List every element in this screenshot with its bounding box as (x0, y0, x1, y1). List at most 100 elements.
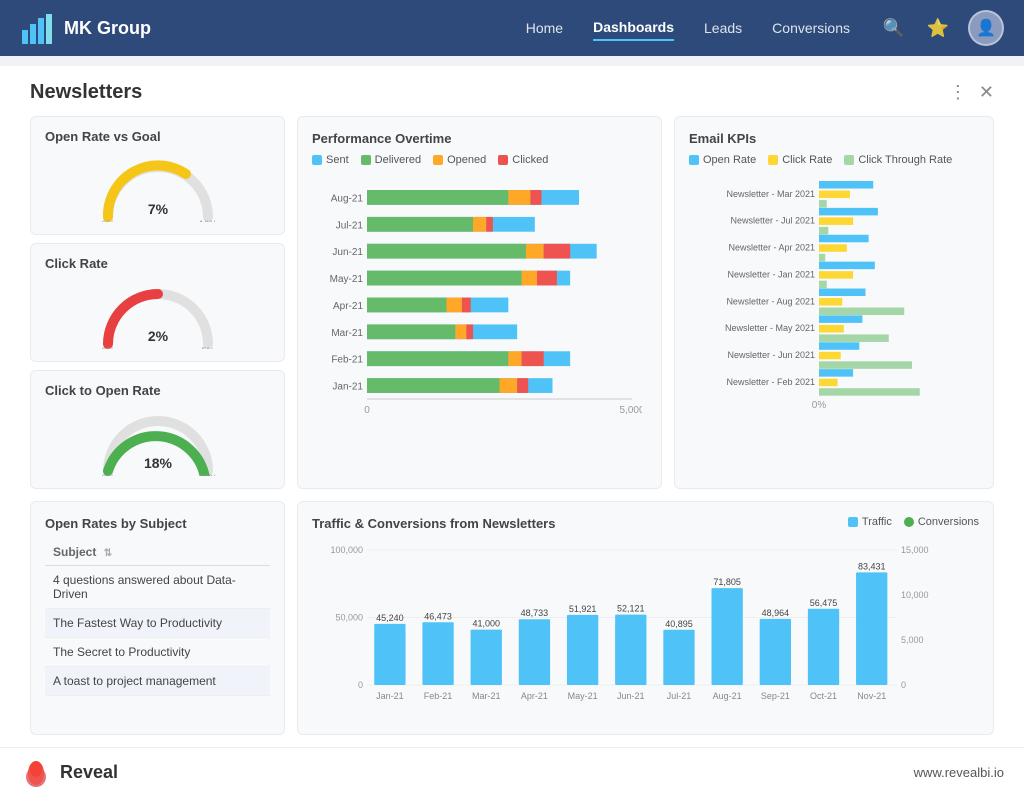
svg-text:Apr-21: Apr-21 (521, 691, 548, 701)
nav-dashboards[interactable]: Dashboards (593, 15, 674, 41)
svg-text:50,000: 50,000 (335, 613, 363, 623)
svg-text:0%: 0% (101, 219, 114, 222)
svg-text:0%: 0% (812, 400, 827, 411)
legend-sent: Sent (312, 154, 349, 166)
svg-text:Newsletter - Mar 2021: Newsletter - Mar 2021 (726, 189, 815, 199)
svg-text:0: 0 (364, 405, 370, 416)
svg-text:May-21: May-21 (568, 691, 598, 701)
svg-text:10%: 10% (198, 219, 216, 222)
traffic-title: Traffic & Conversions from Newsletters (312, 516, 555, 531)
email-kpis-card: Email KPIs Open Rate Click Rate Click Th… (674, 116, 994, 489)
kpi-legend-open: Open Rate (689, 154, 756, 166)
svg-text:Newsletter - May 2021: Newsletter - May 2021 (725, 323, 815, 333)
svg-text:Jun-21: Jun-21 (617, 691, 645, 701)
open-rate-title: Open Rate vs Goal (45, 129, 270, 144)
nav-links: Home Dashboards Leads Conversions (526, 15, 850, 41)
delivered-label: Delivered (375, 154, 421, 166)
traffic-legend-traffic: Traffic (848, 516, 892, 528)
list-item[interactable]: A toast to project management (45, 667, 270, 696)
svg-text:Aug-21: Aug-21 (331, 193, 364, 204)
open-rate-svg: 7% 0% 10% (98, 152, 218, 222)
click-rate-title: Click Rate (45, 256, 270, 271)
traffic-dot (848, 517, 858, 527)
brand-logo[interactable]: MK Group (20, 10, 151, 46)
reveal-icon (20, 757, 52, 789)
main-content: Newsletters ⋮ ✕ Open Rate vs Goal (0, 66, 1024, 747)
sent-dot (312, 155, 322, 165)
legend-opened: Opened (433, 154, 486, 166)
delivered-dot (361, 155, 371, 165)
ctr-dot (844, 155, 854, 165)
svg-text:100,000: 100,000 (330, 545, 363, 555)
click-rate-dot (768, 155, 778, 165)
click-to-open-title: Click to Open Rate (45, 383, 270, 398)
favorites-button[interactable]: ⭐ (924, 14, 952, 42)
traffic-label: Traffic (862, 516, 892, 528)
svg-text:56,475: 56,475 (810, 598, 838, 608)
open-rate-label: Open Rate (703, 154, 756, 166)
performance-card: Performance Overtime Sent Delivered Open… (297, 116, 662, 489)
svg-text:0: 0 (358, 680, 363, 690)
click-rate-svg: 2% 0% 5% (98, 279, 218, 349)
open-rate-card: Open Rate vs Goal 7% 0% 10% (30, 116, 285, 235)
more-options-button[interactable]: ⋮ (949, 82, 967, 103)
svg-text:Newsletter - Jan 2021: Newsletter - Jan 2021 (727, 269, 815, 279)
svg-text:Jun-21: Jun-21 (332, 247, 363, 258)
list-item[interactable]: The Fastest Way to Productivity (45, 609, 270, 638)
list-item[interactable]: The Secret to Productivity (45, 638, 270, 667)
panel-header: Newsletters ⋮ ✕ (30, 81, 994, 104)
opened-label: Opened (447, 154, 486, 166)
svg-text:20%: 20% (198, 473, 216, 476)
svg-text:52,121: 52,121 (617, 604, 645, 614)
svg-text:5,000: 5,000 (619, 405, 642, 416)
svg-text:Sep-21: Sep-21 (761, 691, 790, 701)
close-button[interactable]: ✕ (979, 82, 994, 103)
nav-leads[interactable]: Leads (704, 16, 742, 40)
performance-chart: 05,000Aug-21Jul-21Jun-21May-21Apr-21Mar-… (312, 174, 642, 424)
kpi-chart: 0% Newsletter - Mar 2021 Newsletter - Jul … (689, 174, 984, 414)
clicked-label: Clicked (512, 154, 548, 166)
traffic-card: Traffic & Conversions from Newsletters T… (297, 501, 994, 735)
footer-brand: Reveal (20, 757, 118, 789)
open-rate-dot (689, 155, 699, 165)
svg-text:Newsletter - Jun 2021: Newsletter - Jun 2021 (727, 350, 815, 360)
user-avatar[interactable]: 👤 (968, 10, 1004, 46)
svg-text:Mar-21: Mar-21 (472, 691, 501, 701)
kpis-legend: Open Rate Click Rate Click Through Rate (689, 154, 979, 166)
svg-text:Mar-21: Mar-21 (331, 328, 363, 339)
kpi-legend-ctr: Click Through Rate (844, 154, 952, 166)
open-rates-card: Open Rates by Subject Subject ⇅ 4 questi… (30, 501, 285, 735)
svg-text:46,473: 46,473 (424, 611, 452, 621)
svg-text:Newsletter - Apr 2021: Newsletter - Apr 2021 (728, 243, 815, 253)
performance-title: Performance Overtime (312, 131, 647, 146)
open-rates-title: Open Rates by Subject (45, 516, 270, 531)
svg-text:5%: 5% (201, 346, 214, 349)
opened-dot (433, 155, 443, 165)
subject-header[interactable]: Subject ⇅ (45, 539, 270, 566)
list-item[interactable]: 4 questions answered about Data-Driven (45, 566, 270, 609)
svg-text:Newsletter - Feb 2021: Newsletter - Feb 2021 (726, 377, 815, 387)
click-to-open-svg: 18% 0% 20% (98, 406, 218, 476)
panel-actions: ⋮ ✕ (949, 82, 994, 103)
search-button[interactable]: 🔍 (880, 14, 908, 42)
click-rate-label-kpi: Click Rate (782, 154, 832, 166)
email-kpis-title: Email KPIs (689, 131, 979, 146)
svg-text:Jan-21: Jan-21 (332, 382, 363, 393)
sort-icon: ⇅ (104, 548, 112, 559)
kpi-legend-click: Click Rate (768, 154, 832, 166)
svg-text:48,733: 48,733 (521, 608, 549, 618)
svg-text:45,240: 45,240 (376, 613, 404, 623)
clicked-dot (498, 155, 508, 165)
footer-brand-name: Reveal (60, 762, 118, 783)
nav-conversions[interactable]: Conversions (772, 16, 850, 40)
svg-text:0%: 0% (101, 473, 114, 476)
svg-text:Newsletter - Jul 2021: Newsletter - Jul 2021 (730, 216, 815, 226)
svg-text:10,000: 10,000 (901, 590, 929, 600)
svg-text:18%: 18% (143, 455, 172, 471)
traffic-chart: 050,000100,00045,240Jan-2146,473Feb-2141… (312, 545, 952, 715)
svg-text:Feb-21: Feb-21 (331, 355, 363, 366)
legend-clicked: Clicked (498, 154, 548, 166)
nav-home[interactable]: Home (526, 16, 563, 40)
footer-url: www.revealbi.io (914, 765, 1004, 780)
legend-delivered: Delivered (361, 154, 421, 166)
